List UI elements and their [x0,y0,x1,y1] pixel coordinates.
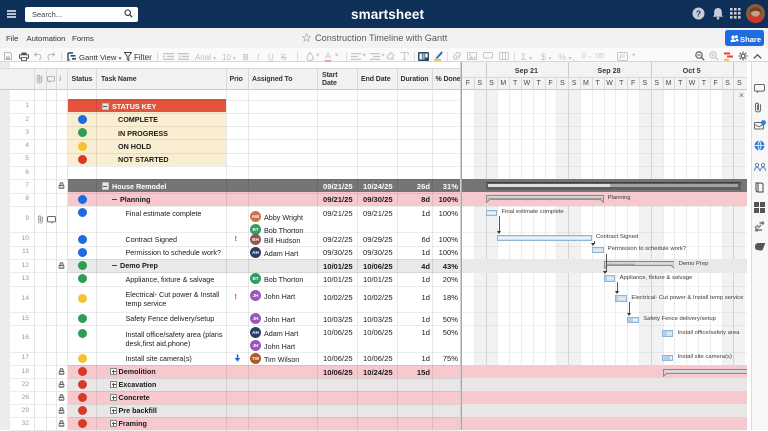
svg-text:?: ? [696,8,701,18]
